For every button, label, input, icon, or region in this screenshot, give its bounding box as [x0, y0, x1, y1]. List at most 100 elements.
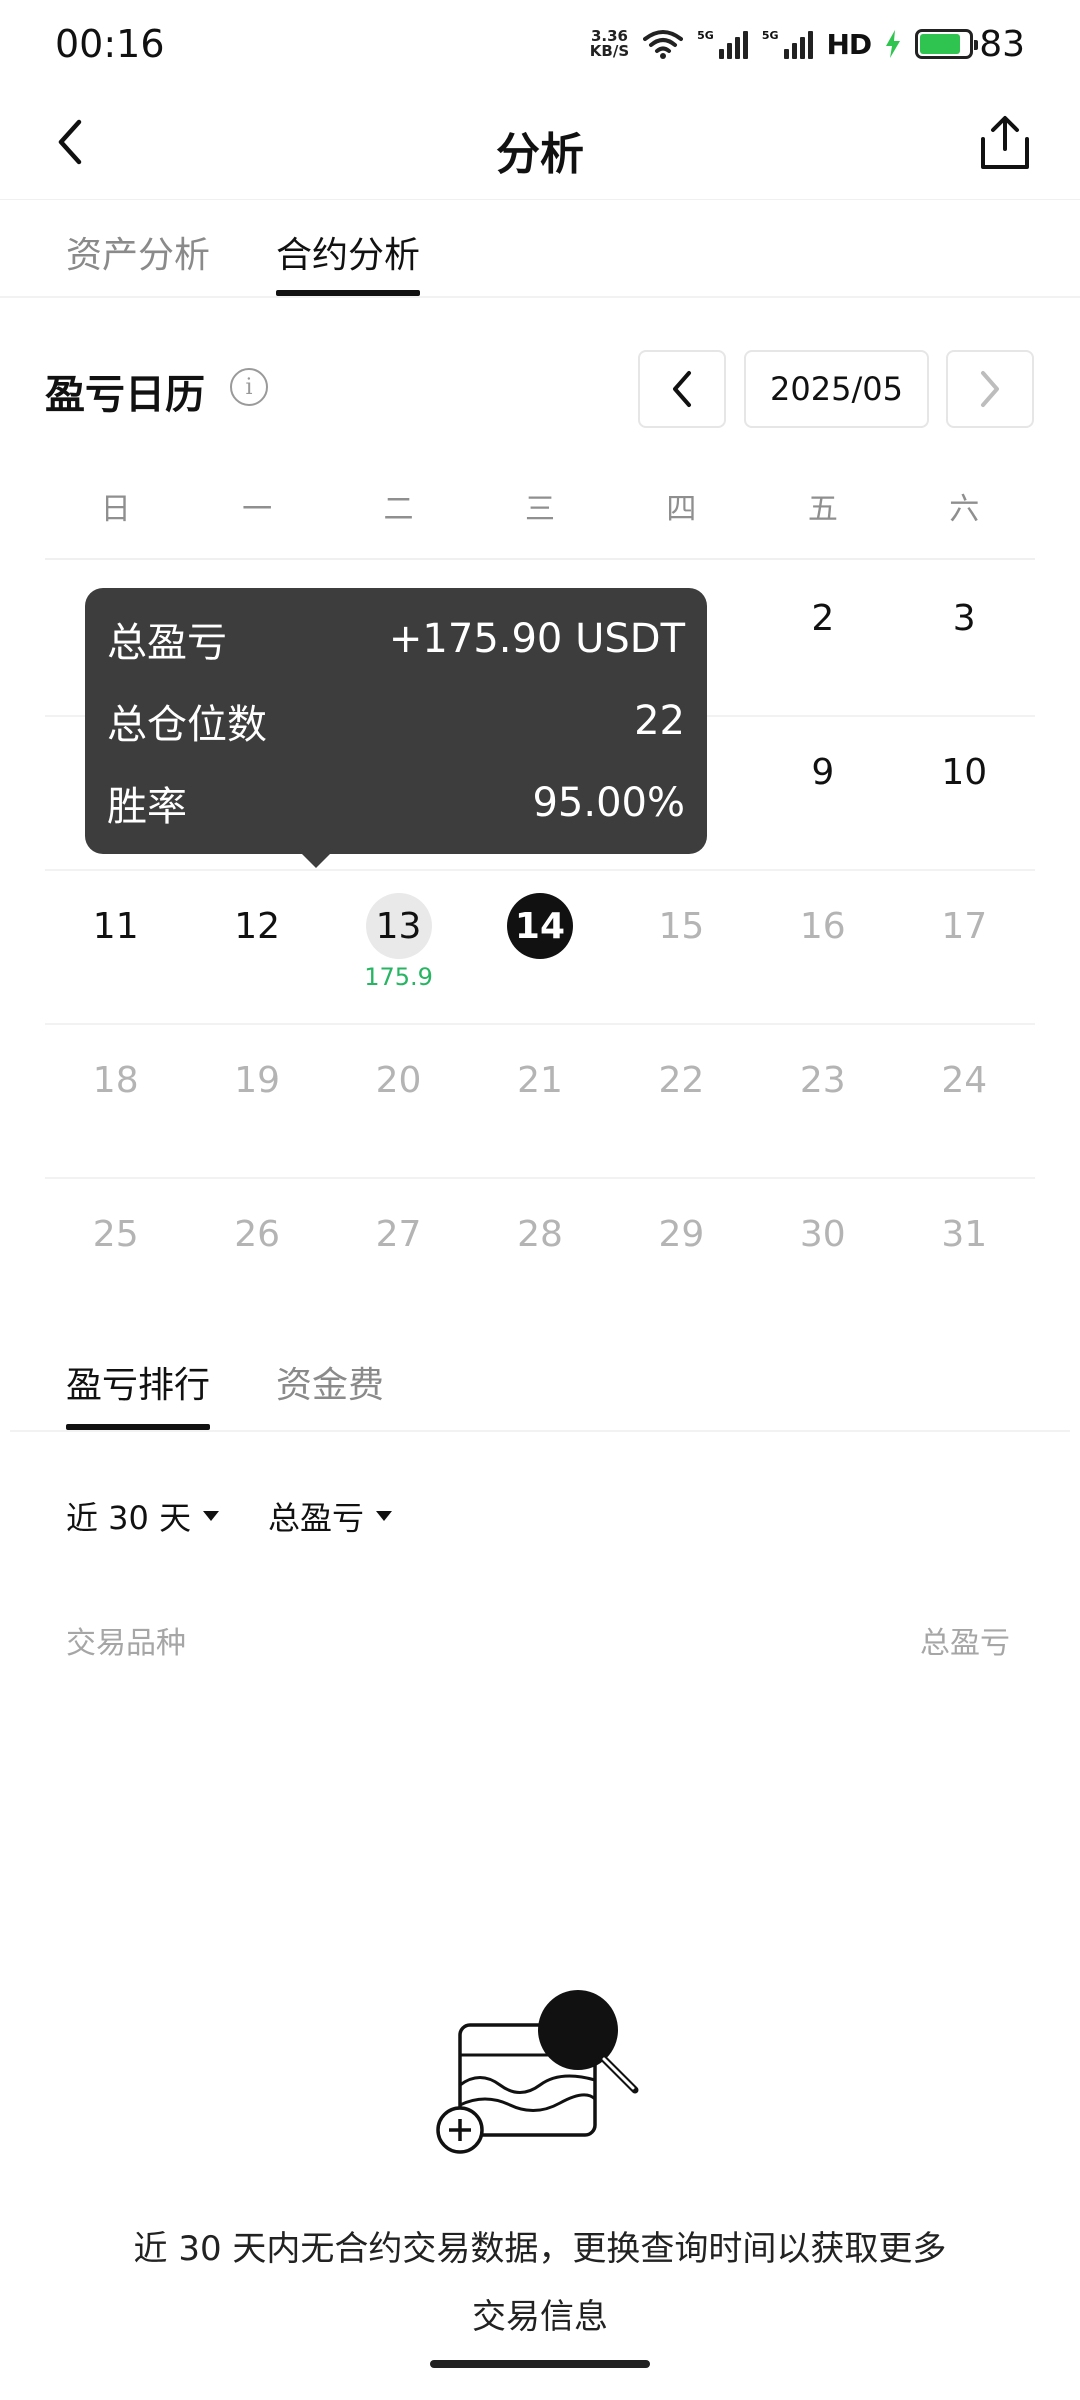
calendar-day[interactable]: 9	[752, 717, 893, 869]
empty-state-line-2: 交易信息	[472, 2297, 608, 2337]
chevron-right-icon	[981, 371, 999, 407]
calendar-day[interactable]: 13 175.9	[328, 871, 469, 1023]
status-icons: 3.36 KB/S 5G 5G HD 83	[590, 20, 1025, 68]
calendar-day: 17	[894, 871, 1035, 1023]
calendar-day[interactable]: 12	[186, 871, 327, 1023]
signal-2-label: 5G	[761, 29, 779, 42]
tooltip-value: 95.00%	[532, 780, 685, 826]
chevron-left-icon	[673, 371, 691, 407]
info-icon[interactable]: i	[230, 368, 268, 406]
share-icon	[981, 116, 1029, 169]
calendar-day-number: 20	[375, 1059, 422, 1101]
caret-down-icon	[376, 1511, 393, 1521]
status-bar: 00:16 3.36 KB/S 5G 5G HD 83	[0, 0, 1080, 90]
wifi-icon	[643, 30, 684, 59]
empty-data-illustration-icon	[436, 1990, 639, 2154]
calendar-day: 15	[611, 871, 752, 1023]
tab-asset-analysis[interactable]: 资产分析	[66, 226, 210, 278]
empty-state-line-1: 近 30 天内无合约交易数据，更换查询时间以获取更多	[133, 2229, 947, 2269]
calendar-week-row: 18 19 20 21 22 23 24	[45, 1025, 1035, 1179]
active-tab-indicator	[66, 1424, 210, 1430]
calendar-day-pnl: 175.9	[364, 963, 433, 991]
active-tab-indicator	[276, 290, 420, 296]
battery-icon: 83	[915, 24, 1025, 65]
tooltip-label: 总盈亏	[107, 620, 227, 666]
tooltip-arrow	[302, 854, 330, 868]
calendar-day: 31	[894, 1179, 1035, 1333]
battery-level: 83	[979, 23, 1025, 65]
analysis-tabs: 资产分析 合约分析	[0, 200, 1080, 298]
metric-filter[interactable]: 总盈亏	[268, 1493, 393, 1539]
empty-state-message: 近 30 天内无合约交易数据，更换查询时间以获取更多 交易信息	[90, 2215, 990, 2351]
calendar-day-number: 10	[941, 751, 988, 793]
calendar-day: 26	[186, 1179, 327, 1333]
calendar-day[interactable]: 10	[894, 717, 1035, 869]
calendar-day-number: 12	[234, 905, 281, 947]
tooltip-row-win-rate: 胜率 95.00%	[107, 762, 685, 844]
calendar-day-number: 23	[799, 1059, 846, 1101]
weekday-wed: 三	[524, 492, 555, 527]
tab-funding-fee[interactable]: 资金费	[276, 1356, 384, 1408]
calendar-day-number: 26	[234, 1213, 281, 1255]
caret-down-icon	[203, 1511, 220, 1521]
calendar-day-number: 25	[92, 1213, 139, 1255]
network-speed: 3.36 KB/S	[590, 29, 629, 59]
calendar-day: 19	[186, 1025, 327, 1177]
metric-filter-label: 总盈亏	[268, 1499, 365, 1537]
tooltip-row-total-pnl: 总盈亏 +175.90 USDT	[107, 598, 685, 680]
calendar-day-number: 3	[952, 597, 976, 639]
period-filter[interactable]: 近 30 天	[66, 1493, 220, 1539]
calendar-day[interactable]: 3	[894, 563, 1035, 715]
calendar-day-number: 15	[658, 905, 705, 947]
hd-icon: HD	[826, 27, 873, 61]
tooltip-value: +175.90 USDT	[388, 616, 685, 662]
weekday-tue: 二	[383, 492, 414, 527]
tooltip-row-positions: 总仓位数 22	[107, 680, 685, 762]
weekday-fri: 五	[807, 492, 838, 527]
calendar-week-row: 25 26 27 28 29 30 31	[45, 1179, 1035, 1333]
ranking-tabs: 盈亏排行 资金费	[10, 1340, 1070, 1432]
signal-icon-1: 5G	[697, 29, 748, 59]
app-header: 分析	[0, 90, 1080, 200]
weekday-mon: 一	[242, 492, 273, 527]
signal-icon-2: 5G	[762, 29, 813, 59]
tooltip-value: 22	[634, 698, 685, 744]
calendar-day-number: 18	[92, 1059, 139, 1101]
calendar-day: 30	[752, 1179, 893, 1333]
tooltip-label: 总仓位数	[107, 702, 267, 748]
calendar-day: 16	[752, 871, 893, 1023]
calendar-day: 27	[328, 1179, 469, 1333]
calendar-day: 29	[611, 1179, 752, 1333]
calendar-day-number: 14	[506, 893, 573, 959]
calendar-day-number: 27	[375, 1213, 422, 1255]
calendar-day: 21	[469, 1025, 610, 1177]
calendar-day[interactable]: 14	[469, 871, 610, 1023]
calendar-day-number: 19	[234, 1059, 281, 1101]
next-month-button[interactable]	[946, 350, 1034, 428]
calendar-day-number: 28	[517, 1213, 563, 1255]
calendar-day-number: 2	[811, 597, 835, 639]
day-summary-tooltip: 总盈亏 +175.90 USDT 总仓位数 22 胜率 95.00%	[85, 588, 707, 854]
share-button[interactable]	[970, 108, 1040, 178]
signal-1-label: 5G	[697, 29, 714, 42]
prev-month-button[interactable]	[638, 350, 726, 428]
calendar-title: 盈亏日历	[45, 372, 205, 418]
tab-pnl-ranking[interactable]: 盈亏排行	[66, 1356, 210, 1408]
network-speed-unit: KB/S	[589, 42, 630, 60]
column-header-symbol: 交易品种	[66, 1626, 186, 1661]
calendar-day[interactable]: 11	[45, 871, 186, 1023]
calendar-day-number: 22	[658, 1059, 705, 1101]
charging-icon	[886, 30, 901, 58]
calendar-day: 18	[45, 1025, 186, 1177]
tab-contract-analysis[interactable]: 合约分析	[276, 226, 420, 278]
column-header-pnl: 总盈亏	[920, 1626, 1010, 1661]
page-title: 分析	[496, 129, 584, 180]
calendar-day: 22	[611, 1025, 752, 1177]
calendar-day[interactable]: 2	[752, 563, 893, 715]
calendar-day: 20	[328, 1025, 469, 1177]
calendar-day-number: 24	[941, 1059, 988, 1101]
weekday-sun: 日	[100, 492, 131, 527]
month-selector[interactable]: 2025/05	[744, 350, 929, 428]
home-indicator[interactable]	[430, 2360, 650, 2368]
calendar-day-number: 21	[517, 1059, 563, 1101]
